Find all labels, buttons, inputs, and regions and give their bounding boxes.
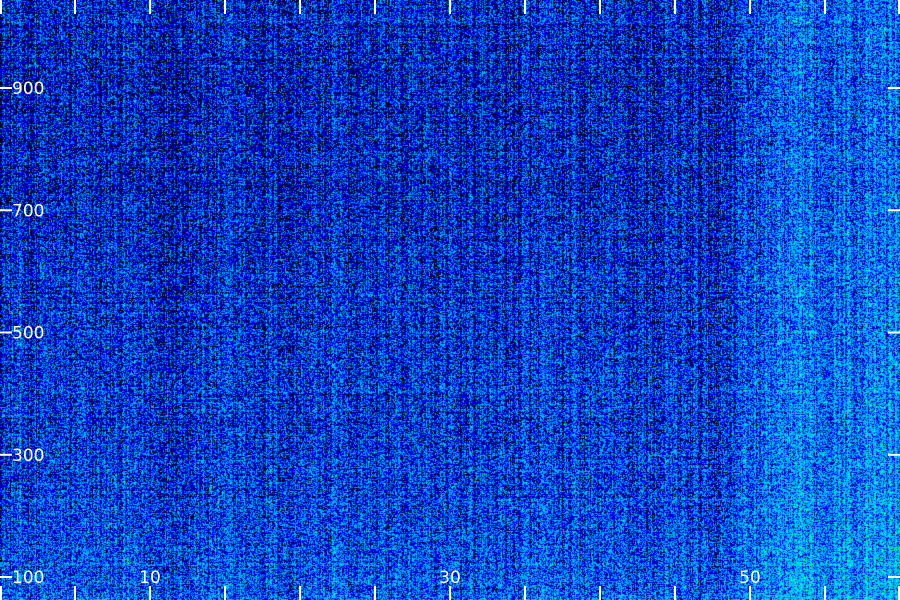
x-tick-label: 50 [739,568,761,588]
y-tick-label: 100 [12,568,44,588]
y-tick-label: 700 [12,201,44,221]
y-tick-label: 300 [12,446,44,466]
y-axis-tick-labels: 100 300 500 700 900 [12,79,44,588]
x-axis-tick-labels: 10 30 50 [139,568,761,588]
x-tick-label: 10 [139,568,161,588]
chart-axes-overlay: 10 30 50 100 300 500 700 900 [0,0,900,600]
y-tick-label: 900 [12,79,44,99]
x-axis-ticks [0,0,900,600]
y-tick-label: 500 [12,324,44,344]
heatmap-chart: 10 30 50 100 300 500 700 900 [0,0,900,600]
x-tick-label: 30 [439,568,461,588]
y-axis-ticks [0,87,900,578]
